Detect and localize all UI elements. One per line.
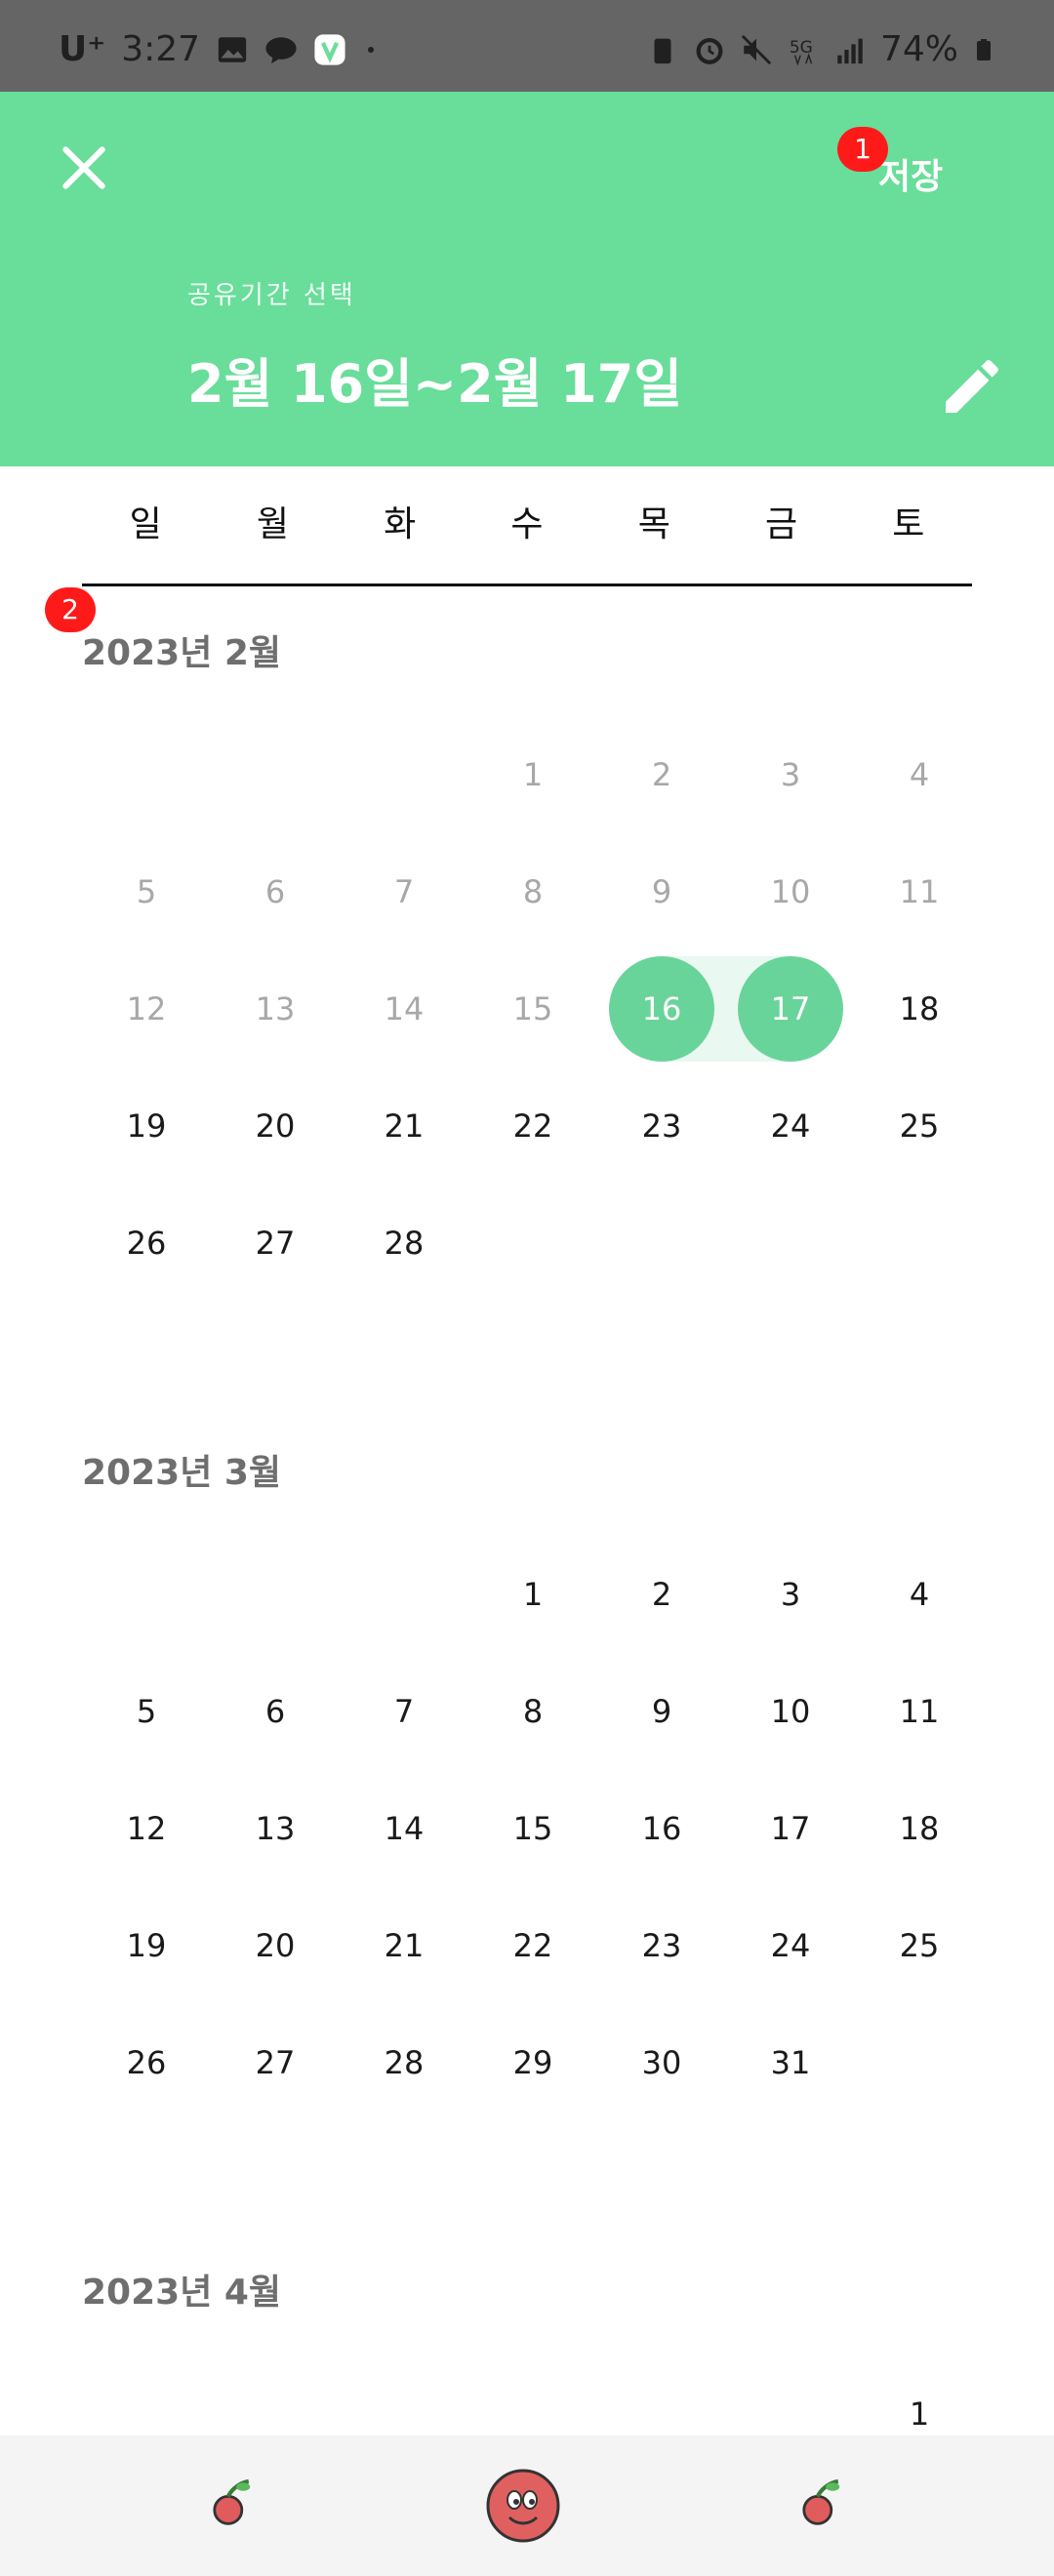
bottom-bar — [0, 2435, 1054, 2576]
smiley-face-icon[interactable] — [484, 2467, 562, 2545]
weekday-wed: 수 — [510, 504, 544, 544]
calendar-day[interactable]: 18 — [856, 956, 983, 1062]
calendar-day: 12 — [126, 990, 167, 1027]
calendar-day[interactable]: 26 — [83, 2010, 210, 2115]
calendar-day[interactable]: 17 — [727, 1776, 854, 1881]
calendar-day[interactable]: 20 — [212, 1893, 339, 1998]
calendar-day[interactable]: 12 — [83, 1776, 210, 1881]
calendar-day: 14 — [384, 990, 425, 1027]
calendar-day[interactable]: 22 — [469, 1073, 596, 1179]
calendar-day[interactable]: 29 — [469, 2010, 596, 2115]
calendar-day[interactable]: 20 — [212, 1073, 339, 1179]
calendar-day: 13 — [255, 990, 296, 1027]
badge-1: 1 — [837, 127, 888, 172]
battery-percent: 74% — [879, 29, 958, 69]
weekday-mon: 월 — [256, 504, 289, 544]
calendar-day[interactable]: 22 — [469, 1893, 596, 1998]
calendar-day[interactable]: 28 — [341, 2010, 467, 2115]
calendar-day: 11 — [899, 873, 940, 910]
calendar-day[interactable]: 5 — [83, 1659, 210, 1764]
calendar-day[interactable]: 17 — [727, 956, 854, 1062]
gallery-icon — [218, 36, 247, 62]
status-bar-right: 5G 74% — [646, 29, 995, 69]
calendar-day[interactable]: 31 — [727, 2010, 854, 2115]
calendar-day: 5 — [136, 873, 157, 910]
cherry-icon-left[interactable] — [205, 2475, 260, 2529]
close-icon[interactable] — [57, 141, 111, 195]
calendar-day: 10 — [770, 873, 811, 910]
calendar-day[interactable]: 21 — [341, 1073, 467, 1179]
cherry-icon-right[interactable] — [794, 2475, 849, 2529]
calendar-day[interactable]: 14 — [341, 1776, 467, 1881]
selected-range-title: 2월 16일~2월 17일 — [187, 353, 683, 415]
calendar-day[interactable]: 24 — [727, 1893, 854, 1998]
v-app-icon — [314, 33, 345, 65]
weekday-sun: 일 — [129, 504, 162, 544]
calendar-day[interactable]: 27 — [212, 2010, 339, 2115]
mute-icon — [741, 34, 772, 64]
lock-battery-icon — [654, 38, 671, 63]
calendar-day[interactable]: 25 — [856, 1893, 983, 1998]
calendar-day[interactable]: 25 — [856, 1073, 983, 1179]
calendar-day[interactable]: 2 — [598, 1542, 725, 1647]
calendar-day: 15 — [512, 990, 553, 1027]
calendar-day: 9 — [651, 873, 672, 910]
weekday-tue: 화 — [384, 504, 417, 544]
month-title: 2023년 2월 — [82, 633, 282, 673]
weekday-sat: 토 — [892, 504, 925, 544]
carrier-label: U⁺ — [59, 29, 106, 69]
status-time: 3:27 — [121, 29, 201, 69]
calendar-day[interactable]: 10 — [727, 1659, 854, 1764]
svg-text:5G: 5G — [790, 37, 813, 57]
calendar-day: 8 — [522, 873, 544, 910]
calendar-day[interactable]: 9 — [598, 1659, 725, 1764]
calendar-day: 4 — [909, 756, 930, 793]
header-subtitle: 공유기간 선택 — [187, 281, 356, 310]
weekday-thu: 목 — [637, 504, 670, 544]
calendar-day[interactable]: 18 — [856, 1776, 983, 1881]
calendar-day: 3 — [780, 756, 801, 793]
month-title: 2023년 4월 — [82, 2273, 282, 2313]
save-button[interactable]: 저장 — [878, 148, 943, 199]
calendar-day[interactable]: 24 — [727, 1073, 854, 1179]
calendar-day[interactable]: 15 — [469, 1776, 596, 1881]
share-period-header: 저장 1 공유기간 선택 2월 16일~2월 17일 — [0, 92, 1054, 466]
calendar-day[interactable]: 4 — [856, 1542, 983, 1647]
calendar-day[interactable]: 16 — [598, 1776, 725, 1881]
calendar-day[interactable]: 13 — [212, 1776, 339, 1881]
edit-pencil-icon[interactable] — [937, 351, 1007, 422]
calendar-day[interactable]: 27 — [212, 1190, 339, 1296]
calendar-day[interactable]: 23 — [598, 1073, 725, 1179]
calendar-day[interactable]: 21 — [341, 1893, 467, 1998]
weekday-fri: 금 — [764, 504, 798, 544]
calendar-day[interactable]: 16 — [598, 956, 725, 1062]
weekday-header: 일 월 화 수 목 금 토 — [82, 466, 972, 586]
calendar-day[interactable]: 19 — [83, 1073, 210, 1179]
calendar-day[interactable]: 6 — [212, 1659, 339, 1764]
calendar-day[interactable]: 11 — [856, 1659, 983, 1764]
calendar-day[interactable]: 3 — [727, 1542, 854, 1647]
calendar-day[interactable]: 23 — [598, 1893, 725, 1998]
calendar-day[interactable]: 8 — [469, 1659, 596, 1764]
calendar-day[interactable]: 7 — [341, 1659, 467, 1764]
signal-icon — [837, 38, 863, 63]
alarm-icon — [696, 37, 723, 64]
calendar-day: 1 — [522, 756, 544, 793]
calendar-day: 7 — [393, 873, 415, 910]
calendar-day[interactable]: 1 — [469, 1542, 596, 1647]
calendar-day: 2 — [651, 756, 672, 793]
status-bar-left: U⁺ 3:27 — [59, 29, 380, 69]
month-title: 2023년 3월 — [82, 1453, 282, 1493]
5g-icon: 5G — [790, 37, 813, 65]
battery-icon — [977, 38, 991, 60]
dot-icon — [368, 46, 375, 53]
calendar-day[interactable]: 19 — [83, 1893, 210, 1998]
status-bar: U⁺ 3:27 5G 74% — [0, 0, 1054, 92]
calendar-day[interactable]: 28 — [341, 1190, 467, 1296]
calendar-day: 6 — [264, 873, 286, 910]
calendar-day[interactable]: 26 — [83, 1190, 210, 1296]
calendar-day[interactable]: 30 — [598, 2010, 725, 2115]
talk-icon — [265, 36, 297, 63]
